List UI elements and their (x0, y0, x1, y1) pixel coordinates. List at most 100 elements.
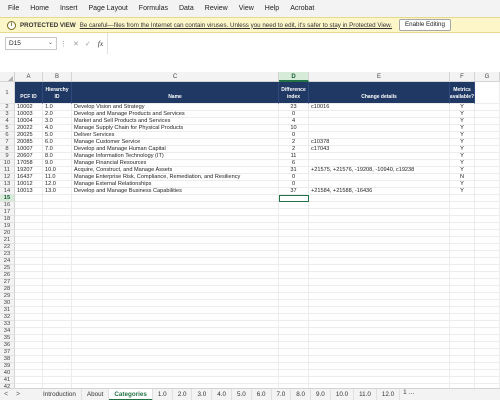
grid-cell[interactable] (309, 230, 450, 237)
change-details-cell[interactable]: +21584, +21588, -16436 (309, 188, 450, 195)
menu-data[interactable]: Data (179, 5, 194, 12)
grid-cell[interactable] (15, 237, 43, 244)
hierarchy-id-cell[interactable]: 2.0 (43, 111, 72, 118)
grid-cell[interactable] (450, 195, 475, 202)
grid-cell[interactable] (15, 230, 43, 237)
grid-cell[interactable] (475, 82, 500, 104)
grid-cell[interactable] (450, 363, 475, 370)
metrics-available-cell[interactable]: Y (450, 160, 475, 167)
grid-cell[interactable] (475, 251, 500, 258)
grid-cell[interactable] (475, 160, 500, 167)
row-header[interactable]: 34 (0, 328, 15, 335)
grid-cell[interactable] (450, 216, 475, 223)
grid-cell[interactable] (475, 328, 500, 335)
grid-cell[interactable] (43, 377, 72, 384)
row-header[interactable]: 23 (0, 251, 15, 258)
grid-cell[interactable] (309, 335, 450, 342)
pcf-id-cell[interactable]: 17058 (15, 160, 43, 167)
grid-cell[interactable] (450, 279, 475, 286)
name-cell[interactable]: Market and Sell Products and Services (72, 118, 279, 125)
sheet-tab-5-0[interactable]: 5.0 (232, 388, 252, 400)
row-header[interactable]: 2 (0, 104, 15, 111)
hierarchy-id-cell[interactable]: 12.0 (43, 181, 72, 188)
grid-cell[interactable] (43, 293, 72, 300)
grid-cell[interactable] (43, 230, 72, 237)
grid-cell[interactable] (279, 216, 309, 223)
pcf-id-cell[interactable]: 20025 (15, 132, 43, 139)
change-details-cell[interactable] (309, 174, 450, 181)
sheet-tab-1-0[interactable]: 1.0 (153, 388, 173, 400)
grid-cell[interactable] (72, 223, 279, 230)
change-details-cell[interactable] (309, 160, 450, 167)
grid-cell[interactable] (15, 223, 43, 230)
metrics-available-cell[interactable]: Y (450, 132, 475, 139)
metrics-available-cell[interactable]: Y (450, 153, 475, 160)
sheet-tab-4-0[interactable]: 4.0 (212, 388, 232, 400)
grid-cell[interactable] (72, 349, 279, 356)
row-header[interactable]: 19 (0, 223, 15, 230)
grid-cell[interactable] (309, 223, 450, 230)
grid-cell[interactable] (72, 356, 279, 363)
column-header-c[interactable]: C (72, 72, 279, 82)
row-header[interactable]: 15 (0, 195, 15, 202)
row-header[interactable]: 36 (0, 342, 15, 349)
grid-cell[interactable] (450, 328, 475, 335)
grid-cell[interactable] (43, 202, 72, 209)
grid-cell[interactable] (309, 258, 450, 265)
name-cell[interactable]: Manage Customer Service (72, 139, 279, 146)
grid-cell[interactable] (43, 370, 72, 377)
grid-cell[interactable] (72, 370, 279, 377)
column-header-d[interactable]: D (279, 72, 309, 82)
grid-cell[interactable] (309, 237, 450, 244)
more-tabs-button[interactable]: 1 … (400, 389, 418, 400)
row-header[interactable]: 1 (0, 82, 15, 104)
grid-cell[interactable] (72, 335, 279, 342)
grid-cell[interactable] (309, 377, 450, 384)
grid-cell[interactable] (15, 300, 43, 307)
tab-scroll-left-icon[interactable]: < (0, 391, 12, 398)
grid-cell[interactable] (475, 314, 500, 321)
name-cell[interactable]: Develop and Manage Human Capital (72, 146, 279, 153)
grid-cell[interactable] (475, 202, 500, 209)
grid-cell[interactable] (475, 370, 500, 377)
grid-cell[interactable] (309, 265, 450, 272)
grid-cell[interactable] (279, 328, 309, 335)
grid-cell[interactable] (279, 258, 309, 265)
grid-cell[interactable] (72, 216, 279, 223)
pcf-id-cell[interactable]: 10007 (15, 146, 43, 153)
row-header[interactable]: 16 (0, 202, 15, 209)
grid-cell[interactable] (450, 307, 475, 314)
grid-cell[interactable] (43, 265, 72, 272)
grid-cell[interactable] (279, 363, 309, 370)
name-cell[interactable]: Manage Enterprise Risk, Compliance, Reme… (72, 174, 279, 181)
menu-file[interactable]: File (8, 5, 19, 12)
sheet-tab-7-0[interactable]: 7.0 (272, 388, 292, 400)
sheet-tab-categories[interactable]: Categories (109, 388, 153, 400)
sheet-tab-about[interactable]: About (82, 388, 110, 400)
row-header[interactable]: 4 (0, 118, 15, 125)
change-details-cell[interactable] (309, 125, 450, 132)
grid-cell[interactable] (475, 258, 500, 265)
pcf-id-cell[interactable]: 10002 (15, 104, 43, 111)
grid-cell[interactable] (72, 342, 279, 349)
change-details-cell[interactable]: c10016 (309, 104, 450, 111)
grid-cell[interactable] (15, 265, 43, 272)
metrics-available-cell[interactable]: Y (450, 111, 475, 118)
grid-cell[interactable] (43, 223, 72, 230)
name-cell[interactable]: Acquire, Construct, and Manage Assets (72, 167, 279, 174)
grid-cell[interactable] (15, 349, 43, 356)
grid-cell[interactable] (15, 377, 43, 384)
grid-cell[interactable] (279, 335, 309, 342)
grid-cell[interactable] (450, 286, 475, 293)
grid-cell[interactable] (475, 146, 500, 153)
grid-cell[interactable] (309, 216, 450, 223)
grid-cell[interactable] (450, 223, 475, 230)
grid-cell[interactable] (475, 286, 500, 293)
grid-cell[interactable] (475, 216, 500, 223)
metrics-available-cell[interactable]: Y (450, 118, 475, 125)
change-details-cell[interactable]: +21575, +21576, -19208, -10940, c19238 (309, 167, 450, 174)
grid-cell[interactable] (15, 202, 43, 209)
hierarchy-id-cell[interactable]: 13.0 (43, 188, 72, 195)
change-details-cell[interactable]: c10378 (309, 139, 450, 146)
grid-cell[interactable] (475, 153, 500, 160)
